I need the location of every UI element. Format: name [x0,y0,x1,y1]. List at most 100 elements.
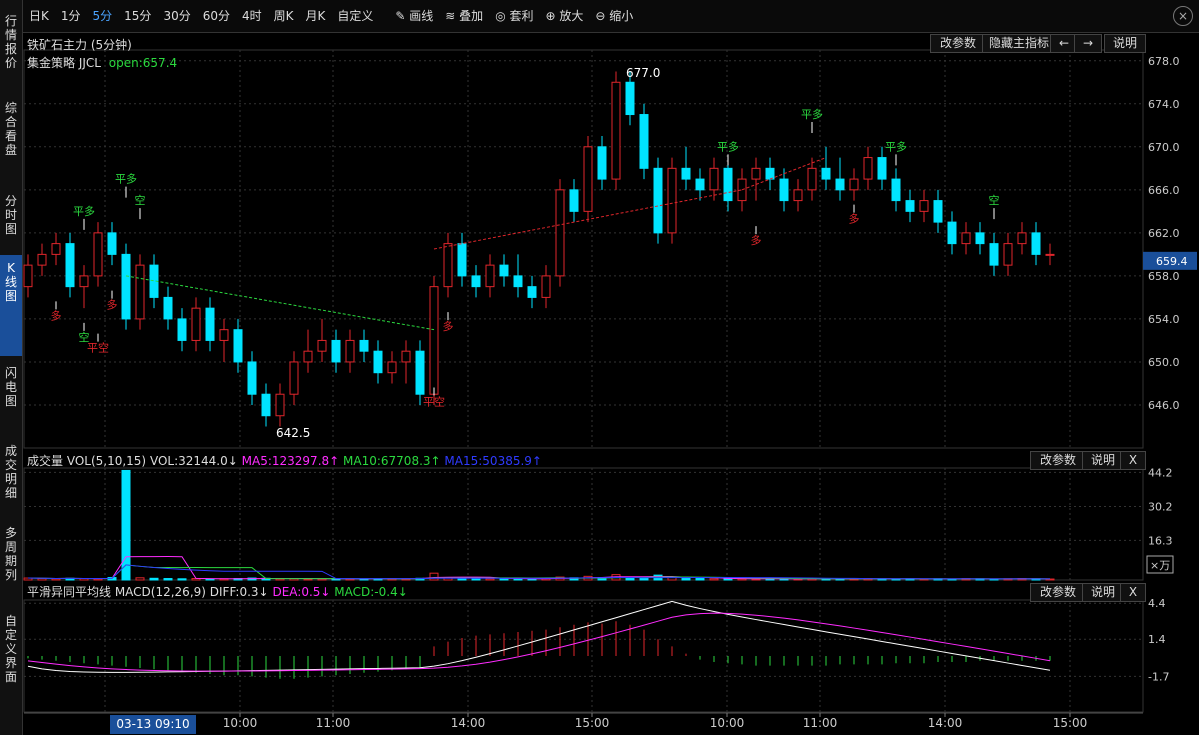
sidebar-kline[interactable]: K线图 [0,255,22,356]
volume-explain-button[interactable]: 说明 [1082,451,1124,470]
volume-bar [317,578,327,581]
period-13[interactable]: ⊕ 放大 [540,0,590,32]
sidebar-char: 面 [4,670,17,684]
sidebar-flash[interactable]: 闪电图 [0,360,22,436]
volume-params-button[interactable]: 改参数 [1030,451,1086,470]
candle-body [219,329,229,341]
candle-body [989,243,999,266]
toolbar-label: 15分 [124,9,152,23]
candle-body [107,232,117,255]
candle-body [359,339,369,352]
volume-label: 成交量 VOL(5,10,15) [27,454,147,468]
sidebar-char: 多 [4,526,17,540]
volume-bar [37,578,47,581]
time-tick: 14:00 [928,716,963,730]
period-0[interactable]: 日K [23,0,55,32]
explain-button[interactable]: 说明 [1104,34,1146,53]
macd-title: 平滑异同平均线 MACD(12,26,9) DIFF:0.3↓ DEA:0.5↓… [27,583,408,600]
time-tick: 14:00 [451,716,486,730]
candle-body [947,221,957,245]
signal-kong: 空 [135,193,146,207]
candle-body [163,296,173,320]
volume-bar [849,578,859,581]
sidebar-multiperiod[interactable]: 多周期列 [0,520,22,606]
period-11[interactable]: ≋ 叠加 [439,0,489,32]
period-1[interactable]: 1分 [55,0,87,32]
volume-bar [135,577,145,581]
volume-bar [737,578,747,581]
candle-body [233,329,243,363]
macd-params-button[interactable]: 改参数 [1030,583,1086,602]
sidebar-quote[interactable]: 行情报价 [0,8,22,84]
period-4[interactable]: 30分 [157,0,196,32]
period-5[interactable]: 60分 [197,0,236,32]
macd-close-button[interactable]: X [1120,583,1146,602]
volume-tick: 30.2 [1148,500,1173,513]
candle-body [261,393,271,417]
period-12[interactable]: ◎ 套利 [489,0,539,32]
period-14[interactable]: ⊖ 缩小 [589,0,639,32]
candle-body [51,243,61,255]
sidebar-trades[interactable]: 成交明细 [0,438,22,514]
macd-dea-line [27,612,1051,672]
volume-bar [345,578,355,581]
candle-body [667,167,677,234]
volume-bar [471,578,481,581]
candle-body [737,178,747,202]
volume-bar [933,578,943,581]
kline-chart[interactable]: 678.0 674.0 670.0 666.0 662.0 658.0 654.0 650.0… [0,0,1199,735]
sidebar-char: 综 [4,101,17,115]
price-tick: 658.0 [1148,270,1180,283]
period-3[interactable]: 15分 [118,0,157,32]
candle-body [779,178,789,202]
candle-body [695,178,705,191]
candle-body [849,178,859,191]
toolbar-label: 缩小 [609,9,634,23]
period-7[interactable]: 周K [268,0,300,32]
sidebar-custom[interactable]: 自定义界面 [0,608,22,694]
toolbar-label: 画线 [409,9,434,23]
volume-bar [1045,578,1055,581]
time-tick: 11:00 [803,716,838,730]
volume-bar [247,577,257,581]
macd-dea: DEA:0.5↓ [272,585,331,599]
macd-tick: 4.4 [1148,597,1166,610]
current-price-box [1143,251,1197,270]
candle-body [331,339,341,363]
close-icon[interactable]: × [1173,6,1193,26]
volume-bar [359,578,369,581]
volume-panel-frame [23,467,1144,581]
period-10[interactable]: ✎ 画线 [389,0,439,32]
period-9[interactable]: 自定义 [331,0,379,32]
volume-close-button[interactable]: X [1120,451,1146,470]
candle-body [1031,232,1041,255]
hide-main-indicator-button[interactable]: 隐藏主指标 [982,34,1056,53]
change-params-button[interactable]: 改参数 [930,34,986,53]
sidebar-char: 期 [4,554,17,568]
price-tick: 674.0 [1148,98,1180,111]
toolbar-label: 60分 [202,9,230,23]
signal-pingkong: 平空 [423,394,445,408]
candle-body [709,167,719,191]
arrow-right-button[interactable]: → [1074,34,1102,53]
macd-explain-button[interactable]: 说明 [1082,583,1124,602]
volume-ma5: MA5:123297.8↑ [241,454,340,468]
volume-bar [51,578,61,581]
time-tick: 11:00 [316,716,351,730]
period-2[interactable]: 5分 [87,0,119,32]
sidebar-timeshare[interactable]: 分时图 [0,188,22,264]
period-6[interactable]: 4时 [236,0,268,32]
volume-bar [989,578,999,581]
candle-body [765,167,775,180]
low-label: 642.5 [276,426,310,440]
coin-icon: ◎ [495,9,510,23]
sidebar-char: 细 [4,486,17,500]
candle-body [639,114,649,169]
trend-line-green [125,275,435,331]
sidebar-overview[interactable]: 综合看盘 [0,95,22,181]
period-8[interactable]: 月K [300,0,332,32]
volume-bar [583,575,593,581]
volume-ma10: MA10:67708.3↑ [343,454,441,468]
trend-line-red [433,189,743,250]
candle-body [23,264,33,288]
